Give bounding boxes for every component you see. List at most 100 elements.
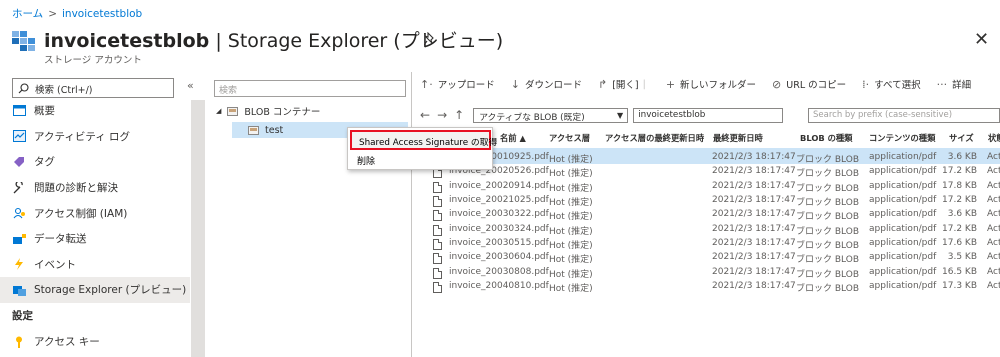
- column-header-name[interactable]: 名前 ▲: [500, 132, 526, 144]
- cell-tier: Hot (推定): [549, 255, 593, 266]
- expand-triangle-icon[interactable]: ◢: [216, 107, 221, 115]
- sidebar-scrollbar[interactable]: [191, 100, 205, 357]
- menu-item-delete[interactable]: 削除: [357, 154, 375, 167]
- cell-tier: Hot (推定): [549, 226, 593, 237]
- cell-status: Act: [987, 152, 1000, 162]
- cell-name: invoice_20030808.pdf: [449, 266, 549, 277]
- cell-blob-type: ブロック BLOB: [796, 269, 859, 280]
- address-bar: ← → ↑ アクティブな BLOB (既定) ▼ invoicetestblob: [420, 106, 784, 124]
- menu-item-get-sas[interactable]: Shared Access Signature の取得: [350, 130, 497, 150]
- cell-tier: Hot (推定): [549, 284, 593, 295]
- cell-tier: Hot (推定): [549, 212, 593, 223]
- tag-icon: [12, 155, 26, 169]
- sidebar-item-overview[interactable]: 概要: [0, 98, 190, 124]
- cell-modified: 2021/2/3 18:17:47: [712, 180, 796, 191]
- upload-icon: ↑·: [420, 77, 433, 91]
- pin-icon[interactable]: [423, 31, 436, 46]
- cell-modified: 2021/2/3 18:17:47: [712, 281, 796, 292]
- overview-icon: [12, 104, 26, 118]
- page-subtitle: ストレージ アカウント: [44, 55, 142, 66]
- cell-status: Act: [987, 238, 1000, 249]
- open-button[interactable]: ↱ [開く] |: [597, 77, 650, 92]
- breadcrumb-home-link[interactable]: ホーム: [12, 8, 43, 20]
- cell-modified: 2021/2/3 18:17:47: [712, 166, 796, 177]
- cell-blob-type: ブロック BLOB: [796, 169, 859, 180]
- cell-content-type: application/pdf: [869, 252, 937, 263]
- cell-blob-type: ブロック BLOB: [796, 155, 859, 165]
- tree-node-label: BLOB コンテナー: [244, 107, 321, 118]
- path-input[interactable]: invoicetestblob: [633, 107, 784, 123]
- select-all-button[interactable]: ⁞· すべて選択: [862, 77, 920, 92]
- cell-size: 17.3 KB: [942, 281, 977, 292]
- cell-name: invoice_20021025.pdf: [449, 195, 549, 206]
- tree-search-input[interactable]: 検索: [214, 80, 406, 97]
- cell-name: invoice_20030322.pdf: [449, 209, 549, 220]
- sidebar-nav: 概要 アクティビティ ログ タグ 問題の診断と解決 アクセス制御 (IAM) デ…: [0, 98, 190, 354]
- data-transfer-icon: [12, 232, 26, 246]
- sidebar-item-storage-explorer[interactable]: Storage Explorer (プレビュー): [0, 277, 190, 303]
- select-all-icon: ⁞·: [862, 77, 870, 91]
- cell-modified: 2021/2/3 18:17:47: [712, 266, 796, 277]
- close-icon[interactable]: ✕: [974, 29, 989, 50]
- pdf-file-icon: [433, 181, 442, 193]
- cell-status: Act: [987, 252, 1000, 263]
- key-icon: [12, 335, 26, 349]
- column-header-modified[interactable]: 最終更新日時: [713, 132, 763, 144]
- cell-tier: Hot (推定): [549, 155, 593, 165]
- collapse-nav-button[interactable]: «: [187, 79, 194, 92]
- breadcrumb: ホーム > invoicetestblob: [12, 6, 142, 21]
- tree-node-label: test: [265, 124, 284, 136]
- sidebar-item-label: アクセス制御 (IAM): [34, 207, 128, 220]
- column-header-blob-type[interactable]: BLOB の種類: [800, 132, 852, 144]
- sidebar-item-data-transfer[interactable]: データ転送: [0, 226, 190, 252]
- upload-button[interactable]: ↑· アップロード: [420, 77, 495, 92]
- copy-url-button[interactable]: ⊘ URL のコピー: [772, 77, 846, 92]
- cell-blob-type: ブロック BLOB: [796, 241, 859, 252]
- cell-size: 3.5 KB: [947, 252, 977, 263]
- nav-search-input[interactable]: 検索 (Ctrl+/): [12, 78, 174, 98]
- panel-divider[interactable]: [411, 72, 412, 357]
- up-arrow-icon[interactable]: ↑: [454, 108, 464, 122]
- sidebar-item-events[interactable]: イベント: [0, 252, 190, 278]
- details-button[interactable]: ··· 詳細: [937, 77, 972, 92]
- column-header-tier-modified[interactable]: アクセス層の最終更新日時: [605, 132, 704, 144]
- sidebar-item-label: データ転送: [34, 233, 87, 246]
- pdf-file-icon: [433, 239, 442, 251]
- open-icon: ↱: [597, 77, 608, 91]
- sidebar-item-label: 問題の診断と解決: [34, 182, 118, 195]
- plus-icon: +: [665, 77, 676, 91]
- container-icon: [248, 125, 259, 135]
- cell-content-type: application/pdf: [869, 152, 937, 162]
- cell-content-type: application/pdf: [869, 238, 937, 249]
- column-header-size[interactable]: サイズ: [949, 132, 974, 144]
- cell-blob-type: ブロック BLOB: [796, 284, 859, 295]
- prefix-search-input[interactable]: Search by prefix (case-sensitive): [808, 108, 1000, 123]
- chevron-down-icon: ▼: [617, 110, 624, 120]
- tree-node-blob-containers[interactable]: ◢ BLOB コンテナー: [216, 104, 320, 118]
- cell-blob-type: ブロック BLOB: [796, 255, 859, 266]
- sidebar-item-tags[interactable]: タグ: [0, 149, 190, 175]
- cell-content-type: application/pdf: [869, 223, 937, 234]
- sidebar-item-access-keys[interactable]: アクセス キー: [0, 329, 190, 355]
- download-button[interactable]: ↓ ダウンロード: [511, 77, 582, 92]
- blob-tier-select[interactable]: アクティブな BLOB (既定) ▼: [473, 107, 629, 123]
- cell-size: 17.2 KB: [942, 166, 977, 177]
- column-header-content-type[interactable]: コンテンツの種類: [869, 132, 935, 144]
- sidebar-item-diagnose[interactable]: 問題の診断と解決: [0, 175, 190, 201]
- column-header-tier[interactable]: アクセス層: [549, 132, 590, 144]
- sidebar-item-iam[interactable]: アクセス制御 (IAM): [0, 200, 190, 226]
- cell-content-type: application/pdf: [869, 166, 937, 177]
- forward-arrow-icon[interactable]: →: [437, 108, 447, 122]
- new-folder-button[interactable]: + 新しいフォルダー: [665, 77, 756, 92]
- cell-tier: Hot (推定): [549, 169, 593, 180]
- cell-name: invoice_20030604.pdf: [449, 252, 549, 263]
- people-icon: [12, 206, 26, 220]
- column-header-status[interactable]: 状態: [988, 132, 1000, 144]
- cell-modified: 2021/2/3 18:17:47: [712, 209, 796, 220]
- sidebar-item-activity-log[interactable]: アクティビティ ログ: [0, 124, 190, 150]
- link-icon: ⊘: [772, 77, 782, 91]
- back-arrow-icon[interactable]: ←: [420, 108, 430, 122]
- cell-content-type: application/pdf: [869, 281, 937, 292]
- cell-content-type: application/pdf: [869, 180, 937, 191]
- breadcrumb-current-link[interactable]: invoicetestblob: [62, 8, 142, 20]
